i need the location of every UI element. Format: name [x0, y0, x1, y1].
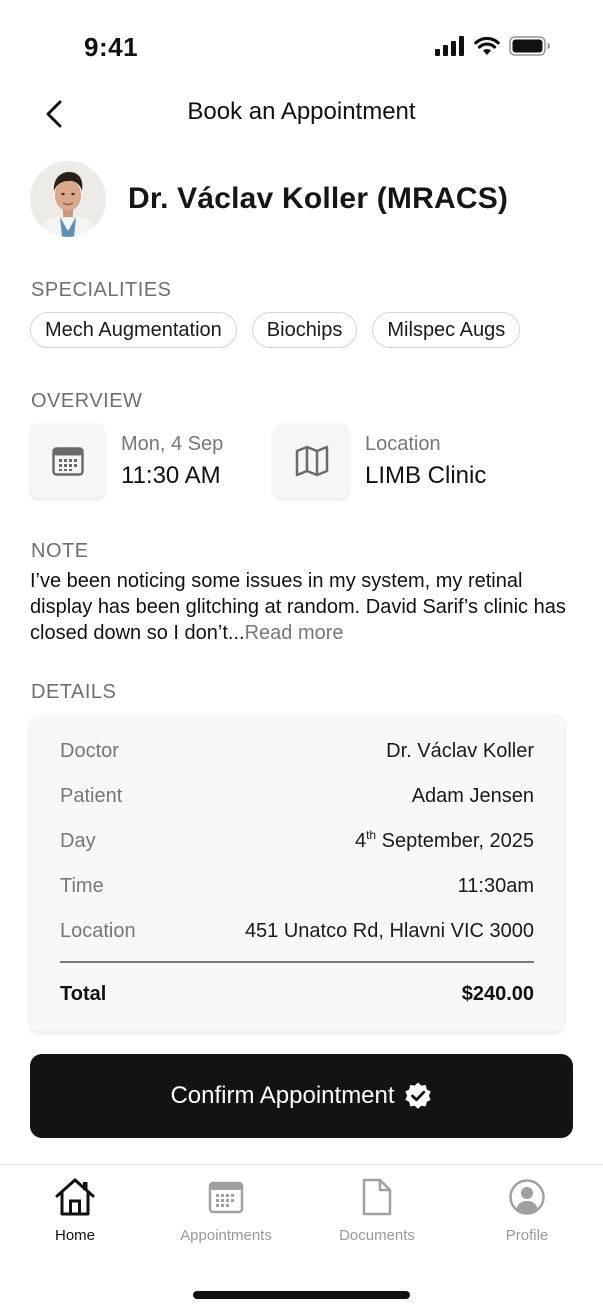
day-number: 4	[354, 829, 367, 852]
tab-label: Appointments	[180, 1227, 272, 1244]
note-text: I’ve been noticing some issues in my sys…	[30, 568, 575, 646]
nav-bar: Book an Appointment	[0, 90, 603, 140]
detail-value: 4th September, 2025	[354, 827, 534, 853]
doctor-avatar	[30, 161, 106, 237]
status-icons	[435, 36, 551, 56]
doctor-header: Dr. Václav Koller (MRACS)	[30, 160, 508, 238]
total-label: Total	[60, 982, 107, 1005]
page-title: Book an Appointment	[187, 98, 416, 125]
overview-location[interactable]: Location LIMB Clinic	[274, 423, 486, 498]
detail-key: Day	[60, 829, 96, 852]
tab-appointments[interactable]: Appointments	[151, 1175, 301, 1244]
status-bar: 9:41	[0, 0, 603, 90]
detail-key: Doctor	[60, 739, 119, 762]
time-value: 11:30 AM	[121, 462, 221, 489]
wifi-icon	[474, 36, 500, 55]
day-month-year: September, 2025	[376, 829, 534, 852]
tab-profile[interactable]: Profile	[452, 1175, 602, 1244]
detail-key: Time	[60, 874, 104, 897]
document-icon	[361, 1175, 393, 1219]
overview-heading: OVERVIEW	[31, 390, 143, 412]
home-indicator	[193, 1291, 410, 1299]
tab-bar: Home Appointments Documents Profile	[0, 1164, 603, 1311]
speciality-chip[interactable]: Milspec Augs	[372, 312, 521, 348]
detail-key: Location	[60, 919, 136, 942]
cellular-signal-icon	[435, 36, 464, 56]
date-label: Mon, 4 Sep	[121, 433, 224, 455]
home-icon	[54, 1175, 96, 1219]
tab-label: Documents	[339, 1227, 415, 1244]
tab-home[interactable]: Home	[0, 1175, 150, 1244]
total-value: $240.00	[461, 982, 534, 1005]
calendar-icon	[51, 446, 84, 476]
status-time: 9:41	[84, 32, 139, 62]
details-divider	[60, 961, 534, 963]
tab-label: Home	[54, 1227, 95, 1244]
detail-row-day: Day 4th September, 2025	[60, 826, 534, 856]
speciality-chips: Mech Augmentation Biochips Milspec Augs	[30, 312, 521, 348]
date-icon-tile	[30, 423, 105, 498]
detail-value: Dr. Václav Koller	[386, 739, 534, 762]
speciality-chip[interactable]: Biochips	[251, 312, 358, 348]
detail-row-doctor: Doctor Dr. Václav Koller	[60, 736, 534, 766]
details-card: Doctor Dr. Václav Koller Patient Adam Je…	[30, 715, 564, 1031]
doctor-name: Dr. Václav Koller (MRACS)	[128, 182, 509, 215]
confirm-label: Confirm Appointment	[170, 1082, 395, 1109]
overview-date[interactable]: Mon, 4 Sep 11:30 AM	[30, 423, 223, 498]
doctor-portrait	[30, 161, 106, 237]
detail-row-patient: Patient Adam Jensen	[60, 781, 534, 811]
read-more-link[interactable]: Read more	[245, 622, 344, 644]
note-heading: NOTE	[31, 540, 89, 562]
location-value: LIMB Clinic	[365, 462, 487, 489]
map-icon	[295, 445, 328, 476]
detail-value: 451 Unatco Rd, Hlavni VIC 3000	[244, 919, 534, 942]
battery-icon	[509, 36, 550, 56]
speciality-chip[interactable]: Mech Augmentation	[30, 312, 237, 348]
day-suffix: th	[366, 827, 377, 842]
location-icon-tile	[274, 423, 349, 498]
profile-icon	[508, 1175, 546, 1219]
detail-value: Adam Jensen	[411, 784, 534, 807]
detail-value: 11:30am	[457, 874, 534, 897]
tab-documents[interactable]: Documents	[302, 1175, 452, 1244]
detail-key: Patient	[60, 784, 123, 807]
location-label: Location	[365, 433, 441, 455]
detail-row-time: Time 11:30am	[60, 871, 534, 901]
details-heading: DETAILS	[31, 681, 117, 703]
verified-badge-icon	[403, 1081, 433, 1111]
specialities-heading: SPECIALITIES	[31, 279, 172, 301]
detail-row-total: Total $240.00	[60, 979, 534, 1009]
tab-label: Profile	[505, 1227, 549, 1244]
calendar-icon	[208, 1175, 244, 1219]
detail-row-location: Location 451 Unatco Rd, Hlavni VIC 3000	[60, 916, 534, 946]
confirm-appointment-button[interactable]: Confirm Appointment	[30, 1054, 573, 1138]
